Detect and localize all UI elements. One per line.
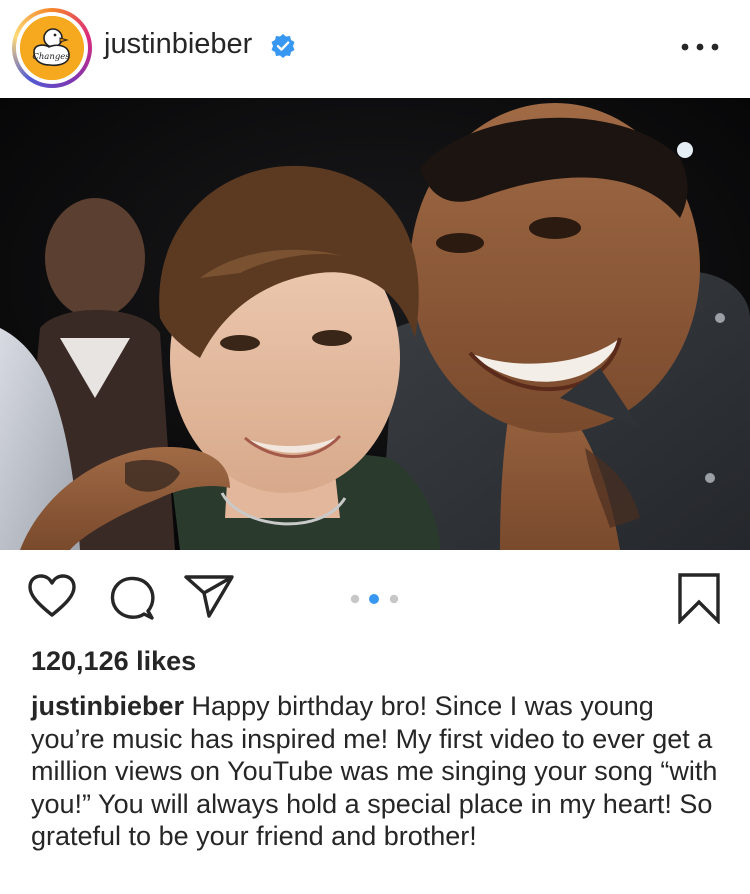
avatar-frame: Changes	[16, 12, 88, 84]
action-bar	[0, 550, 750, 645]
duck-logo-icon: Changes	[20, 16, 84, 80]
carousel-dot-active	[369, 594, 379, 604]
post-photo[interactable]	[0, 98, 750, 550]
likes-count[interactable]: 120,126 likes	[31, 646, 196, 677]
post-header: Changes justinbieber	[0, 0, 750, 98]
carousel-indicator	[350, 594, 399, 604]
photo-illustration	[0, 98, 750, 550]
avatar-logo-text: Changes	[32, 52, 70, 62]
carousel-dot	[389, 594, 399, 604]
bookmark-icon[interactable]	[676, 572, 722, 624]
story-ring[interactable]: Changes	[12, 8, 92, 88]
heart-icon[interactable]	[27, 573, 77, 619]
share-icon[interactable]	[183, 573, 235, 619]
more-options-icon[interactable]	[676, 40, 724, 54]
post-caption: justinbieber Happy birthday bro! Since I…	[31, 690, 731, 853]
verified-badge-icon	[271, 34, 295, 58]
post-username[interactable]: justinbieber	[104, 28, 252, 61]
caption-username[interactable]: justinbieber	[31, 691, 184, 721]
carousel-dot	[350, 594, 360, 604]
comment-icon[interactable]	[108, 573, 156, 621]
avatar[interactable]: Changes	[20, 16, 84, 80]
